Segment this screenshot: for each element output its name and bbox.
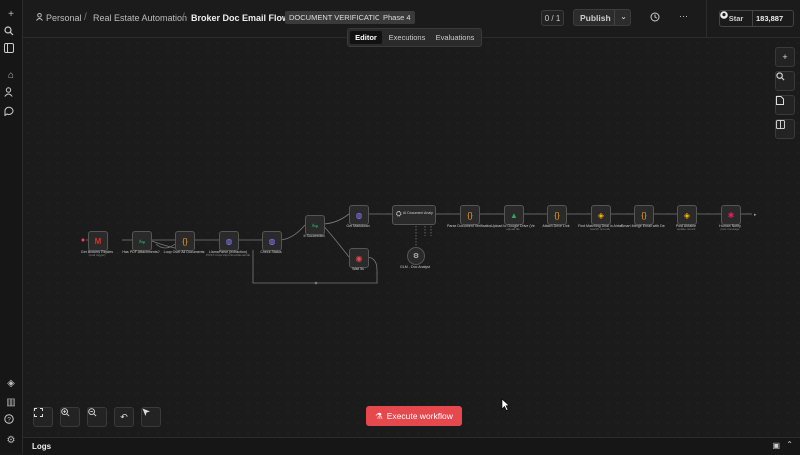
filter-icon: ⇋ (138, 236, 146, 246)
node-sublabel: POST: https://api.cloud.llamaindex (206, 254, 250, 257)
node-label: Wait 5s (352, 267, 364, 271)
code-braces-icon: {} (182, 236, 188, 246)
node-sublabel: upload file (506, 228, 520, 231)
node-sublabel: post message (720, 228, 740, 231)
node-upload-google-drive[interactable]: ▲ (504, 205, 524, 225)
sticky-note-button[interactable] (775, 95, 795, 115)
node-sublabel: update record (676, 228, 696, 231)
flask-icon: ⚗ (375, 410, 383, 421)
node-smart-merge[interactable]: {} (634, 205, 654, 225)
zoom-in-button[interactable] (60, 407, 80, 427)
gear-icon: ⚙ (412, 253, 420, 260)
search-nodes-button[interactable] (775, 71, 795, 91)
node-if-succeeded[interactable]: ⇋ (305, 215, 325, 235)
plus-icon: + (782, 52, 788, 62)
robot-icon: ⛭ (396, 211, 402, 218)
node-loop-over-documents[interactable]: {} (175, 231, 195, 251)
node-label: GLM - Doc Analyst (400, 265, 430, 269)
panel-icon (776, 120, 785, 129)
node-label: AI Document Analyst (403, 211, 433, 215)
undo-icon: ↶ (120, 411, 128, 422)
note-icon (776, 96, 784, 105)
node-parse-verification-result[interactable]: {} (460, 205, 480, 225)
globe-icon: ◍ (268, 236, 276, 246)
node-label: Attach Drive Link (542, 224, 570, 228)
node-sublabel: search records (590, 228, 610, 231)
node-post-airtable[interactable]: ◈ (677, 205, 697, 225)
drive-icon: ▲ (510, 210, 518, 220)
zoom-in-icon (61, 408, 70, 417)
node-label: Smart Merge Email with Deal Airtable Bas… (621, 224, 665, 228)
execute-label: Execute workflow (386, 411, 453, 421)
globe-icon: ◍ (225, 236, 233, 246)
node-label: Get Markdown (346, 224, 370, 228)
chevron-up-icon[interactable]: ⌃ (786, 440, 793, 449)
node-get-brokers-replies[interactable]: M (88, 231, 108, 251)
node-ai-document-analyst[interactable]: ⛭ AI Document Analyst (392, 205, 436, 225)
cursor-icon (142, 408, 150, 416)
node-attach-drive-link[interactable]: {} (547, 205, 567, 225)
add-node-button[interactable]: + (775, 47, 795, 67)
fit-view-button[interactable] (33, 407, 53, 427)
node-find-matching-deal[interactable]: ◈ (591, 205, 611, 225)
logs-label: Logs (32, 442, 52, 451)
connection-line (321, 223, 350, 258)
node-label: Check Status (260, 250, 282, 254)
code-braces-icon: {} (554, 210, 560, 220)
trigger-dot (81, 238, 85, 242)
undo-button[interactable]: ↶ (114, 407, 134, 427)
connection-line (321, 213, 350, 225)
globe-icon: ◍ (355, 210, 363, 220)
node-label: Parse Document Verification Result (447, 224, 491, 228)
airtable-icon: ◈ (597, 210, 605, 220)
node-glm-doc-analyst[interactable]: ⚙ (407, 247, 425, 265)
node-llamaparse[interactable]: ◍ (219, 231, 239, 251)
code-braces-icon: {} (467, 210, 473, 220)
node-label: Loop Over All Documents (163, 250, 205, 254)
execute-workflow-button[interactable]: ⚗ Execute workflow (366, 406, 462, 426)
airtable-icon: ◈ (683, 210, 691, 220)
node-get-markdown[interactable]: ◍ (349, 205, 369, 225)
code-braces-icon: {} (641, 210, 647, 220)
node-has-pdf-attachments[interactable]: ⇋ (132, 231, 152, 251)
node-label: If Succeeded (303, 234, 325, 238)
node-human-notify[interactable]: ✱ (721, 205, 741, 225)
wait-icon: ◉ (355, 253, 363, 263)
panel-toggle-button[interactable] (775, 119, 795, 139)
gmail-icon: M (94, 236, 102, 246)
connection-end-arrow: ▸ (754, 212, 757, 218)
logs-panel-bar[interactable]: Logs ▣ ⌃ (23, 437, 800, 455)
search-icon (776, 72, 785, 81)
filter-icon: ⇋ (311, 220, 319, 230)
chat-bubble-icon[interactable]: ▣ (772, 441, 780, 450)
node-label: Has PDF Attachments? (122, 250, 160, 254)
node-check-status[interactable]: ◍ (262, 231, 282, 251)
node-wait-5s[interactable]: ◉ (349, 248, 369, 268)
slack-icon: ✱ (727, 210, 735, 220)
fullscreen-icon (34, 408, 43, 417)
connection-dot (314, 281, 318, 285)
node-sublabel: (mail trigger) (88, 254, 106, 257)
zoom-out-button[interactable] (87, 407, 107, 427)
tidy-up-button[interactable] (141, 407, 161, 427)
zoom-out-icon (88, 408, 97, 417)
